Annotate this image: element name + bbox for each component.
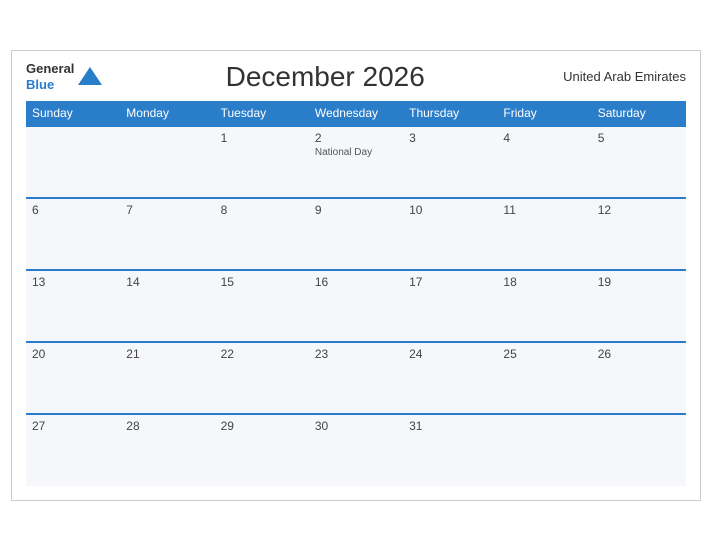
calendar-cell: 25 [497,342,591,414]
calendar-cell: 21 [120,342,214,414]
day-number: 26 [598,347,680,361]
day-number: 3 [409,131,491,145]
weekday-tuesday: Tuesday [215,101,309,126]
day-number: 27 [32,419,114,433]
calendar-body: 12National Day34567891011121314151617181… [26,126,686,486]
day-number: 30 [315,419,397,433]
day-number: 20 [32,347,114,361]
calendar-cell: 15 [215,270,309,342]
calendar-cell: 12 [592,198,686,270]
calendar-container: General Blue December 2026 United Arab E… [11,50,701,501]
calendar-cell: 11 [497,198,591,270]
day-number: 19 [598,275,680,289]
calendar-cell: 8 [215,198,309,270]
weekday-friday: Friday [497,101,591,126]
day-number: 8 [221,203,303,217]
calendar-cell: 18 [497,270,591,342]
calendar-cell [497,414,591,486]
calendar-cell: 20 [26,342,120,414]
week-row-5: 27 28 29 30 31 [26,414,686,486]
calendar-cell: 19 [592,270,686,342]
calendar-cell: 9 [309,198,403,270]
calendar-cell: 4 [497,126,591,198]
day-number: 21 [126,347,208,361]
calendar-cell: 24 [403,342,497,414]
calendar-header-row: SundayMondayTuesdayWednesdayThursdayFrid… [26,101,686,126]
calendar-cell: 13 [26,270,120,342]
day-number: 13 [32,275,114,289]
day-number: 11 [503,203,585,217]
calendar-cell: 2 National Day [309,126,403,198]
weekday-sunday: Sunday [26,101,120,126]
calendar-header: General Blue December 2026 United Arab E… [26,61,686,93]
weekday-thursday: Thursday [403,101,497,126]
calendar-cell: 6 [26,198,120,270]
day-number: 28 [126,419,208,433]
calendar-cell: 23 [309,342,403,414]
day-number: 18 [503,275,585,289]
day-number: 5 [598,131,680,145]
calendar-cell: 3 [403,126,497,198]
day-number: 9 [315,203,397,217]
calendar-cell: 28 [120,414,214,486]
day-number: 23 [315,347,397,361]
calendar-cell: 26 [592,342,686,414]
week-row-2: 6789 10 11 12 [26,198,686,270]
calendar-cell [592,414,686,486]
logo-general: General [26,61,74,77]
day-number: 10 [409,203,491,217]
logo-icon [76,63,104,91]
week-row-1: 12 National Day 345 [26,126,686,198]
weekday-header: SundayMondayTuesdayWednesdayThursdayFrid… [26,101,686,126]
holiday-label: National Day [315,147,397,158]
calendar-cell: 16 [309,270,403,342]
day-number: 12 [598,203,680,217]
day-number: 2 [315,131,397,145]
logo: General Blue [26,61,104,92]
weekday-wednesday: Wednesday [309,101,403,126]
calendar-cell: 27 [26,414,120,486]
calendar-cell: 14 [120,270,214,342]
calendar-title: December 2026 [104,61,546,93]
day-number: 29 [221,419,303,433]
day-number: 24 [409,347,491,361]
calendar-cell: 29 [215,414,309,486]
day-number: 14 [126,275,208,289]
calendar-cell: 22 [215,342,309,414]
calendar-cell [120,126,214,198]
calendar-cell: 30 [309,414,403,486]
day-number: 31 [409,419,491,433]
day-number: 22 [221,347,303,361]
weekday-monday: Monday [120,101,214,126]
calendar-cell: 5 [592,126,686,198]
day-number: 6 [32,203,114,217]
day-number: 15 [221,275,303,289]
day-number: 1 [221,131,303,145]
week-row-4: 20 21 22 23 24 25 26 [26,342,686,414]
country-label: United Arab Emirates [546,69,686,84]
calendar-cell: 10 [403,198,497,270]
calendar-cell: 31 [403,414,497,486]
calendar-cell [26,126,120,198]
weekday-saturday: Saturday [592,101,686,126]
week-row-3: 13 14 15 16 17 18 19 [26,270,686,342]
calendar-cell: 17 [403,270,497,342]
day-number: 17 [409,275,491,289]
logo-blue: Blue [26,77,74,93]
day-number: 7 [126,203,208,217]
day-number: 16 [315,275,397,289]
logo-text: General Blue [26,61,74,92]
calendar-cell: 1 [215,126,309,198]
day-number: 25 [503,347,585,361]
calendar-table: SundayMondayTuesdayWednesdayThursdayFrid… [26,101,686,486]
day-number: 4 [503,131,585,145]
calendar-cell: 7 [120,198,214,270]
